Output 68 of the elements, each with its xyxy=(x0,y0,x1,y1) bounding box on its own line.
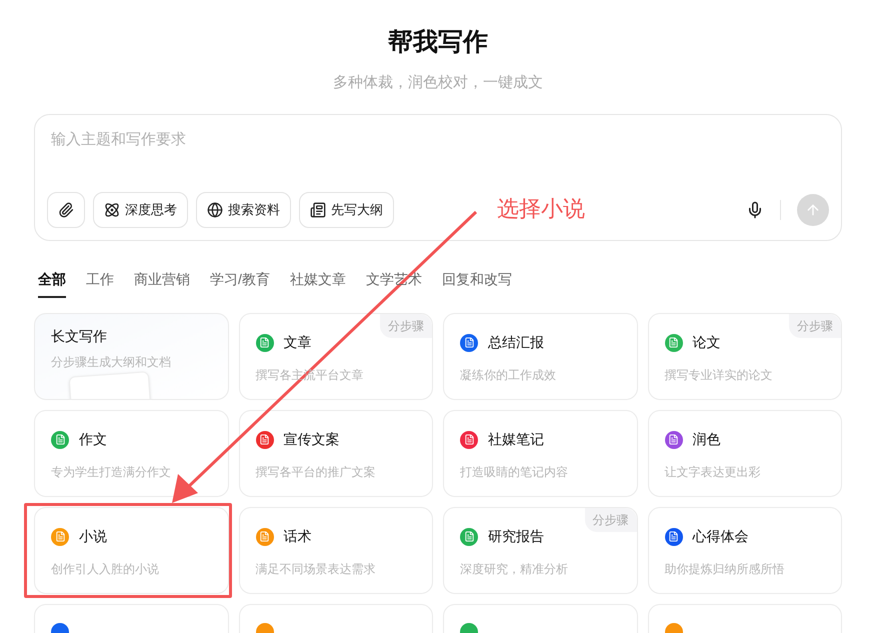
document-icon xyxy=(464,531,474,542)
card-title: 文章 xyxy=(284,333,312,352)
tool-button[interactable]: 深度思考 xyxy=(93,192,188,228)
document-icon xyxy=(464,337,474,348)
globe-icon xyxy=(207,202,223,218)
card-title: 润色 xyxy=(692,430,720,449)
tool-button[interactable]: 搜索资料 xyxy=(196,192,291,228)
card-description: 专为学生打造满分作文 xyxy=(51,464,171,481)
writing-card[interactable]: 话术 满足不同场景表达需求 xyxy=(238,507,433,594)
category-tab[interactable]: 全部 xyxy=(38,269,66,298)
steps-badge: 分步骤 xyxy=(380,314,432,338)
card-description: 凝练你的工作成效 xyxy=(460,367,556,384)
card-description: 分步骤生成大纲和文档 xyxy=(51,354,171,371)
card-title: 心得体会 xyxy=(692,527,748,546)
document-icon xyxy=(259,337,270,348)
card-title: 小说 xyxy=(79,527,107,546)
writing-card[interactable]: 总结汇报 凝练你的工作成效 xyxy=(443,313,638,400)
category-tab[interactable]: 工作 xyxy=(86,269,114,298)
card-title: 话术 xyxy=(284,527,312,546)
card-description: 打造吸睛的笔记内容 xyxy=(460,464,568,481)
card-title: 论文 xyxy=(692,333,720,352)
page-title: 帮我写作 xyxy=(387,27,489,58)
document-icon xyxy=(259,434,270,445)
category-tab[interactable]: 学习/教育 xyxy=(210,269,270,298)
document-icon xyxy=(464,434,474,445)
writing-card[interactable]: 分步骤 研究报告 深度研究，精准分析 xyxy=(443,507,638,594)
steps-badge: 分步骤 xyxy=(584,508,636,532)
card-description: 深度研究，精准分析 xyxy=(460,561,568,578)
card-description: 让文字表达更出彩 xyxy=(664,464,760,481)
writing-card[interactable]: 心得体会 助你提炼归纳所感所悟 xyxy=(648,507,842,594)
writing-card[interactable]: 作文 专为学生打造满分作文 xyxy=(34,410,228,497)
card-title: 作文 xyxy=(79,430,107,449)
card-description: 满足不同场景表达需求 xyxy=(256,561,376,578)
page-subtitle: 多种体裁，润色校对，一键成文 xyxy=(332,72,544,92)
outline-icon xyxy=(310,202,326,218)
tool-button[interactable]: 先写大纲 xyxy=(299,192,394,228)
writing-card[interactable]: 社媒笔记 打造吸睛的笔记内容 xyxy=(443,410,638,497)
card-description: 撰写专业详实的论文 xyxy=(664,367,772,384)
card-description: 撰写各平台的推广文案 xyxy=(256,464,376,481)
card-title: 研究报告 xyxy=(488,527,544,546)
microphone-icon[interactable] xyxy=(746,201,764,219)
arrow-up-icon xyxy=(805,202,821,218)
writing-card[interactable]: 分步骤 论文 撰写专业详实的论文 xyxy=(648,313,842,400)
card-description: 创作引人入胜的小说 xyxy=(51,561,159,578)
card-description: 助你提炼归纳所感所悟 xyxy=(664,561,784,578)
card-title: 总结汇报 xyxy=(488,333,544,352)
writing-card[interactable]: 润色 让文字表达更出彩 xyxy=(648,410,842,497)
prompt-field[interactable]: 输入主题和写作要求 xyxy=(47,129,829,152)
annotation-label: 选择小说 xyxy=(497,195,585,223)
document-icon xyxy=(668,531,679,542)
document-icon xyxy=(668,337,679,348)
category-tab[interactable]: 社媒文章 xyxy=(290,269,346,298)
card-title: 宣传文案 xyxy=(284,430,340,449)
document-icon xyxy=(54,434,66,445)
send-button[interactable] xyxy=(797,194,829,226)
card-title: 长文写作 xyxy=(51,327,107,346)
card-title: 社媒笔记 xyxy=(488,430,544,449)
category-tab[interactable]: 回复和改写 xyxy=(442,269,512,298)
document-icon xyxy=(668,434,679,445)
attach-button[interactable] xyxy=(47,192,85,228)
feature-card[interactable]: 长文写作 分步骤生成大纲和文档 xyxy=(34,313,228,400)
category-tab[interactable]: 商业营销 xyxy=(134,269,190,298)
document-icon xyxy=(259,531,270,542)
atom-icon xyxy=(104,202,120,218)
paperclip-icon xyxy=(58,202,74,218)
document-icon xyxy=(54,531,66,542)
writing-card[interactable]: 宣传文案 撰写各平台的推广文案 xyxy=(238,410,433,497)
steps-badge: 分步骤 xyxy=(789,314,841,338)
